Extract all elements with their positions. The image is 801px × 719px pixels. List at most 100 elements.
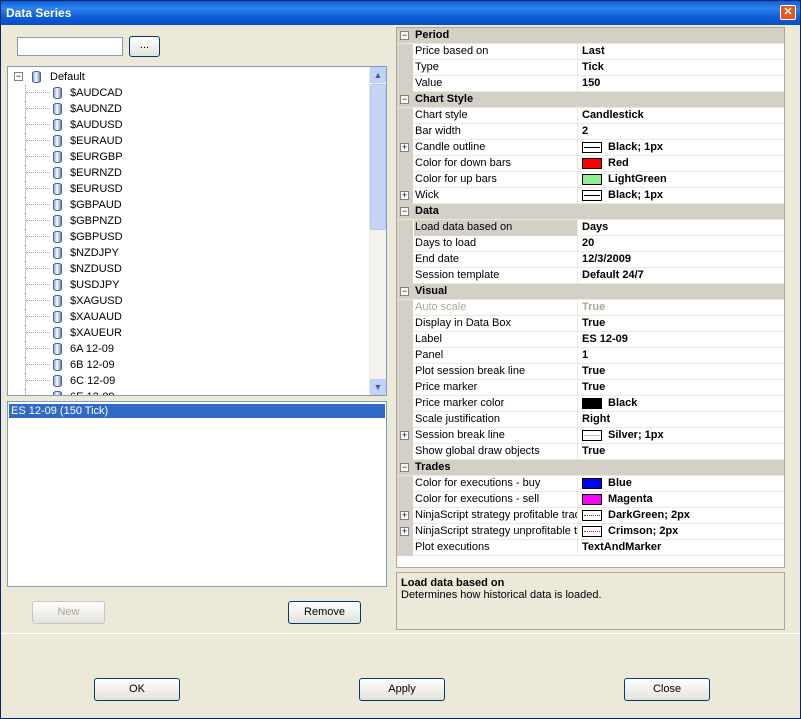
property-row[interactable]: Value 150	[397, 76, 784, 92]
property-value[interactable]: Last	[582, 44, 782, 60]
tree-root[interactable]: − Default	[8, 69, 208, 85]
tree-item[interactable]: $GBPAUD	[8, 197, 308, 213]
tree-item[interactable]: $AUDNZD	[8, 101, 308, 117]
property-value[interactable]: 1	[582, 348, 782, 364]
property-value[interactable]: Black; 1px	[582, 140, 782, 156]
tree-item[interactable]: $GBPNZD	[8, 213, 308, 229]
property-value[interactable]: True	[582, 444, 782, 460]
property-value[interactable]: TextAndMarker	[582, 540, 782, 556]
property-row[interactable]: Color for up bars LightGreen	[397, 172, 784, 188]
property-row[interactable]: Display in Data Box True	[397, 316, 784, 332]
property-value[interactable]: 12/3/2009	[582, 252, 782, 268]
scroll-down-icon[interactable]: ▼	[370, 379, 386, 395]
property-row[interactable]: + NinjaScript strategy unprofitable tra Cr…	[397, 524, 784, 540]
close-window-button[interactable]: ✕	[780, 5, 796, 20]
close-button[interactable]: Close	[624, 678, 710, 701]
property-row[interactable]: + Wick Black; 1px	[397, 188, 784, 204]
property-value[interactable]: Candlestick	[582, 108, 782, 124]
property-value[interactable]: Black; 1px	[582, 188, 782, 204]
tree-item[interactable]: $XAGUSD	[8, 293, 308, 309]
category-row[interactable]: − Visual	[397, 284, 784, 300]
collapse-icon[interactable]: −	[400, 207, 409, 216]
property-value[interactable]: Default 24/7	[582, 268, 782, 284]
ok-button[interactable]: OK	[94, 678, 180, 701]
property-value[interactable]: 150	[582, 76, 782, 92]
tree-item[interactable]: 6C 12-09	[8, 373, 308, 389]
property-value[interactable]: Days	[582, 220, 782, 236]
category-row[interactable]: − Data	[397, 204, 784, 220]
property-value[interactable]: ES 12-09	[582, 332, 782, 348]
tree-item[interactable]: 6A 12-09	[8, 341, 308, 357]
series-list-item[interactable]: ES 12-09 (150 Tick)	[9, 404, 385, 418]
property-row[interactable]: Auto scale True	[397, 300, 784, 316]
property-row[interactable]: + Candle outline Black; 1px	[397, 140, 784, 156]
property-row[interactable]: Price marker color Black	[397, 396, 784, 412]
expand-icon[interactable]: +	[400, 431, 409, 440]
property-row[interactable]: Color for executions - buy Blue	[397, 476, 784, 492]
tree-item[interactable]: 6E 12-09	[8, 389, 308, 395]
property-value[interactable]: Blue	[582, 476, 782, 492]
property-value[interactable]: Silver; 1px	[582, 428, 782, 444]
property-row[interactable]: Price based on Last	[397, 44, 784, 60]
property-row[interactable]: Color for down bars Red	[397, 156, 784, 172]
tree-item[interactable]: $NZDJPY	[8, 245, 308, 261]
expand-icon[interactable]: +	[400, 511, 409, 520]
property-value[interactable]: Red	[582, 156, 782, 172]
remove-button[interactable]: Remove	[288, 601, 361, 624]
tree-item[interactable]: $EURNZD	[8, 165, 308, 181]
property-value[interactable]: True	[582, 380, 782, 396]
property-row[interactable]: + NinjaScript strategy profitable trade Da…	[397, 508, 784, 524]
property-row[interactable]: + Session break line Silver; 1px	[397, 428, 784, 444]
tree-item[interactable]: $XAUAUD	[8, 309, 308, 325]
scroll-up-icon[interactable]: ▲	[370, 67, 386, 83]
property-row[interactable]: Label ES 12-09	[397, 332, 784, 348]
property-row[interactable]: Bar width 2	[397, 124, 784, 140]
tree-item[interactable]: $AUDCAD	[8, 85, 308, 101]
property-value[interactable]: 20	[582, 236, 782, 252]
tree-item[interactable]: $GBPUSD	[8, 229, 308, 245]
browse-button[interactable]: ...	[129, 36, 160, 57]
instrument-search-input[interactable]	[17, 37, 123, 56]
collapse-icon[interactable]: −	[400, 95, 409, 104]
tree-scrollbar[interactable]: ▲ ▼	[369, 67, 386, 395]
property-row[interactable]: Type Tick	[397, 60, 784, 76]
property-row[interactable]: Days to load 20	[397, 236, 784, 252]
property-row[interactable]: Load data based on Days	[397, 220, 784, 236]
collapse-icon[interactable]: −	[400, 463, 409, 472]
property-row[interactable]: Price marker True	[397, 380, 784, 396]
property-value[interactable]: Black	[582, 396, 782, 412]
property-value[interactable]: Right	[582, 412, 782, 428]
tree-item[interactable]: $EURGBP	[8, 149, 308, 165]
property-row[interactable]: Chart style Candlestick	[397, 108, 784, 124]
expand-icon[interactable]: +	[400, 191, 409, 200]
new-button[interactable]: New	[32, 601, 105, 624]
expand-icon[interactable]: +	[400, 527, 409, 536]
property-value[interactable]: True	[582, 316, 782, 332]
tree-item[interactable]: 6B 12-09	[8, 357, 308, 373]
property-row[interactable]: End date 12/3/2009	[397, 252, 784, 268]
property-value[interactable]: Crimson; 2px	[582, 524, 782, 540]
apply-button[interactable]: Apply	[359, 678, 445, 701]
property-row[interactable]: Session template Default 24/7	[397, 268, 784, 284]
property-row[interactable]: Panel 1	[397, 348, 784, 364]
category-row[interactable]: − Chart Style	[397, 92, 784, 108]
property-value[interactable]: Magenta	[582, 492, 782, 508]
tree-item[interactable]: $AUDUSD	[8, 117, 308, 133]
property-row[interactable]: Show global draw objects True	[397, 444, 784, 460]
collapse-icon[interactable]: −	[400, 287, 409, 296]
expand-icon[interactable]: +	[400, 143, 409, 152]
property-value[interactable]: Tick	[582, 60, 782, 76]
property-value[interactable]: True	[582, 300, 782, 316]
tree-item[interactable]: $XAUEUR	[8, 325, 308, 341]
property-row[interactable]: Plot session break line True	[397, 364, 784, 380]
property-row[interactable]: Plot executions TextAndMarker	[397, 540, 784, 556]
property-value[interactable]: LightGreen	[582, 172, 782, 188]
tree-item[interactable]: $USDJPY	[8, 277, 308, 293]
collapse-icon[interactable]: −	[14, 72, 23, 81]
property-row[interactable]: Color for executions - sell Magenta	[397, 492, 784, 508]
property-value[interactable]: DarkGreen; 2px	[582, 508, 782, 524]
property-value[interactable]: True	[582, 364, 782, 380]
property-value[interactable]: 2	[582, 124, 782, 140]
property-row[interactable]: Scale justification Right	[397, 412, 784, 428]
scroll-thumb[interactable]	[370, 84, 386, 230]
